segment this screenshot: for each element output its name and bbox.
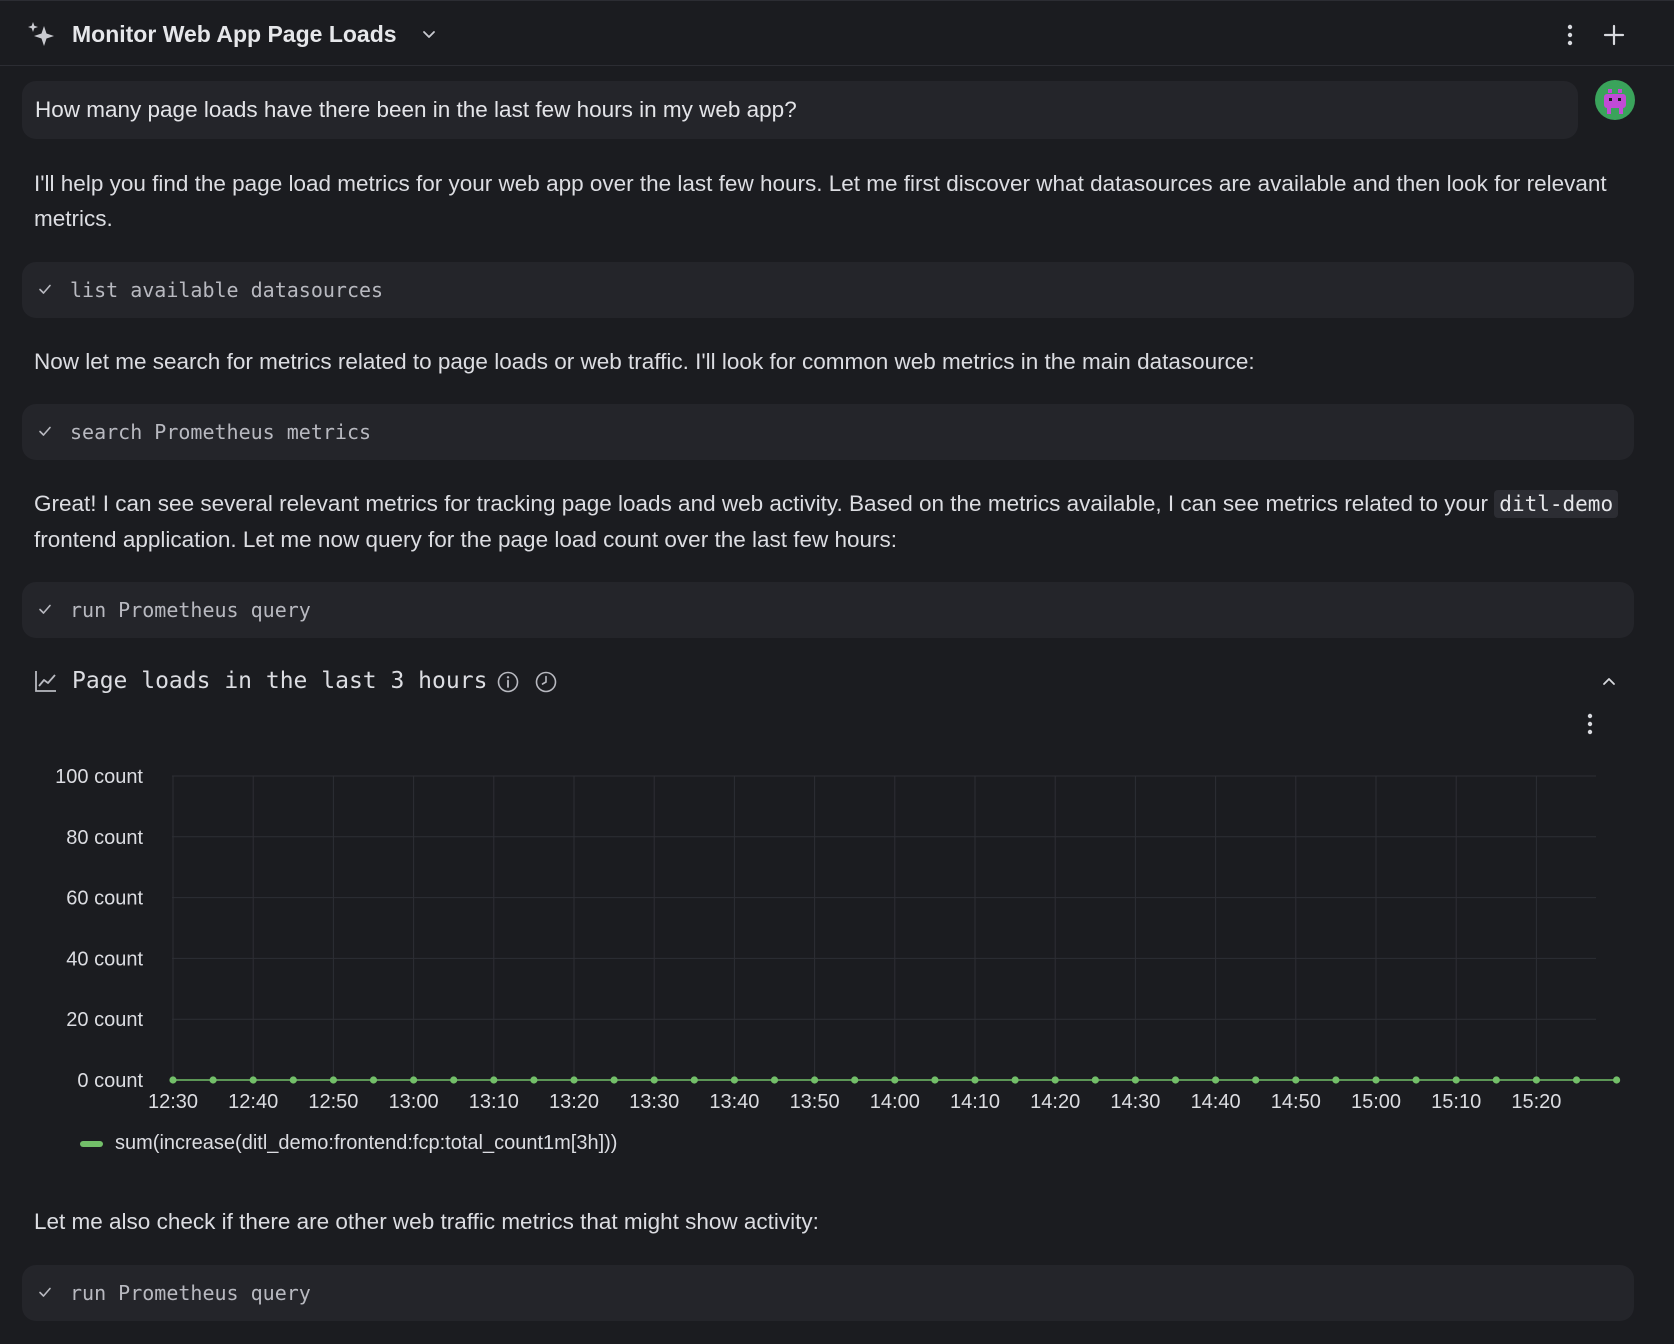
data-point	[1212, 1076, 1220, 1084]
data-point	[1452, 1076, 1460, 1084]
chevron-down-icon[interactable]	[420, 25, 438, 43]
x-tick-label: 14:00	[870, 1091, 920, 1110]
check-icon	[39, 426, 51, 436]
assistant-message: Let me also check if there are other web…	[34, 1209, 819, 1234]
panel-title: Page loads in the last 3 hours	[72, 668, 488, 694]
data-point	[851, 1076, 859, 1084]
data-point	[1572, 1076, 1581, 1084]
data-point	[1091, 1076, 1099, 1084]
x-tick-label: 13:30	[629, 1091, 679, 1110]
data-point	[811, 1076, 819, 1084]
data-point	[1011, 1076, 1019, 1084]
y-tick-label: 80 count	[66, 827, 143, 849]
y-tick-label: 40 count	[66, 948, 143, 970]
tool-call-search-metrics[interactable]: search Prometheus metrics	[22, 404, 1634, 460]
top-bar: Monitor Web App Page Loads	[0, 0, 1674, 66]
tool-call-run-query[interactable]: run Prometheus query	[22, 582, 1634, 638]
data-point	[570, 1076, 578, 1084]
check-icon	[39, 284, 51, 294]
plus-icon[interactable]	[1600, 21, 1628, 49]
data-point	[730, 1076, 739, 1084]
data-point	[209, 1076, 217, 1084]
data-point	[1131, 1076, 1139, 1084]
chevron-up-icon[interactable]	[1600, 672, 1618, 690]
assistant-message: Now let me search for metrics related to…	[34, 349, 1255, 374]
data-point	[891, 1076, 899, 1084]
data-point	[1171, 1076, 1180, 1084]
x-tick-label: 15:00	[1351, 1091, 1401, 1110]
data-point	[490, 1076, 498, 1084]
kebab-icon[interactable]	[1560, 21, 1580, 49]
x-tick-label: 14:20	[1030, 1091, 1080, 1110]
data-point	[1252, 1076, 1260, 1084]
data-point	[610, 1076, 618, 1084]
x-tick-label: 12:40	[228, 1091, 278, 1110]
x-tick-label: 13:10	[469, 1091, 519, 1110]
message-text: Great! I can see several relevant metric…	[34, 491, 1489, 516]
x-tick-label: 15:20	[1511, 1091, 1561, 1110]
message-text: frontend application. Let me now query f…	[34, 527, 898, 552]
data-point	[410, 1076, 418, 1084]
data-point	[1051, 1076, 1059, 1084]
assistant-message: I'll help you find the page load metrics…	[34, 171, 1607, 231]
data-point	[1292, 1076, 1300, 1084]
data-point	[530, 1076, 538, 1084]
x-tick-label: 13:50	[790, 1091, 840, 1110]
data-point	[770, 1076, 779, 1084]
y-tick-label: 0 count	[77, 1070, 143, 1092]
data-point	[1532, 1076, 1540, 1084]
check-icon	[39, 604, 51, 614]
data-point	[1412, 1076, 1420, 1084]
tool-call-list-datasources[interactable]: list available datasources	[22, 262, 1634, 318]
graph-icon	[35, 671, 56, 692]
check-icon	[39, 1287, 51, 1297]
x-tick-label: 14:10	[950, 1091, 1000, 1110]
inline-code: ditl-demo	[1494, 490, 1619, 518]
assistant-message: Great! I can see several relevant metric…	[34, 486, 1634, 557]
data-point	[1613, 1076, 1621, 1084]
x-tick-label: 14:50	[1271, 1091, 1321, 1110]
y-tick-label: 100 count	[55, 766, 143, 788]
x-tick-label: 14:30	[1110, 1091, 1160, 1110]
data-point	[329, 1076, 337, 1084]
x-tick-label: 14:40	[1191, 1091, 1241, 1110]
y-tick-label: 60 count	[66, 888, 143, 910]
data-point	[169, 1076, 177, 1084]
data-point	[369, 1076, 378, 1084]
x-tick-label: 13:40	[709, 1091, 759, 1110]
x-tick-label: 13:20	[549, 1091, 599, 1110]
panel-header: Page loads in the last 3 hours	[34, 664, 1634, 702]
data-point	[1372, 1076, 1380, 1084]
tool-call-run-query[interactable]: run Prometheus query	[22, 1265, 1634, 1321]
legend-swatch	[80, 1141, 103, 1147]
legend-series-name[interactable]: sum(increase(ditl_demo:frontend:fcp:tota…	[115, 1128, 617, 1158]
x-tick-label: 12:30	[148, 1091, 198, 1110]
data-point	[690, 1076, 698, 1084]
y-tick-label: 20 count	[66, 1009, 143, 1031]
clock-icon[interactable]	[534, 670, 558, 694]
time-series-chart[interactable]: 0 count 20 count 40 count 60 count 80 count 1…	[0, 750, 1674, 1110]
avatar[interactable]	[1595, 80, 1635, 120]
data-point	[249, 1076, 257, 1084]
data-point	[289, 1076, 297, 1084]
x-tick-label: 12:50	[308, 1091, 358, 1110]
tool-call-label: run Prometheus query	[70, 1281, 311, 1305]
tool-call-label: list available datasources	[70, 278, 384, 302]
x-tick-label: 13:00	[389, 1091, 439, 1110]
data-point	[650, 1076, 658, 1084]
data-point	[931, 1076, 939, 1084]
sparkle-icon	[28, 22, 54, 46]
data-point	[450, 1076, 458, 1084]
x-tick-label: 15:10	[1431, 1091, 1481, 1110]
user-message: How many page loads have there been in t…	[22, 81, 1578, 139]
info-icon[interactable]	[496, 670, 520, 694]
data-point	[971, 1076, 979, 1084]
tool-call-label: run Prometheus query	[70, 598, 311, 622]
data-point	[1492, 1076, 1500, 1084]
data-point	[1332, 1076, 1340, 1084]
tool-call-label: search Prometheus metrics	[70, 420, 372, 444]
conversation-title[interactable]: Monitor Web App Page Loads	[72, 18, 397, 50]
kebab-icon[interactable]	[1580, 710, 1600, 738]
